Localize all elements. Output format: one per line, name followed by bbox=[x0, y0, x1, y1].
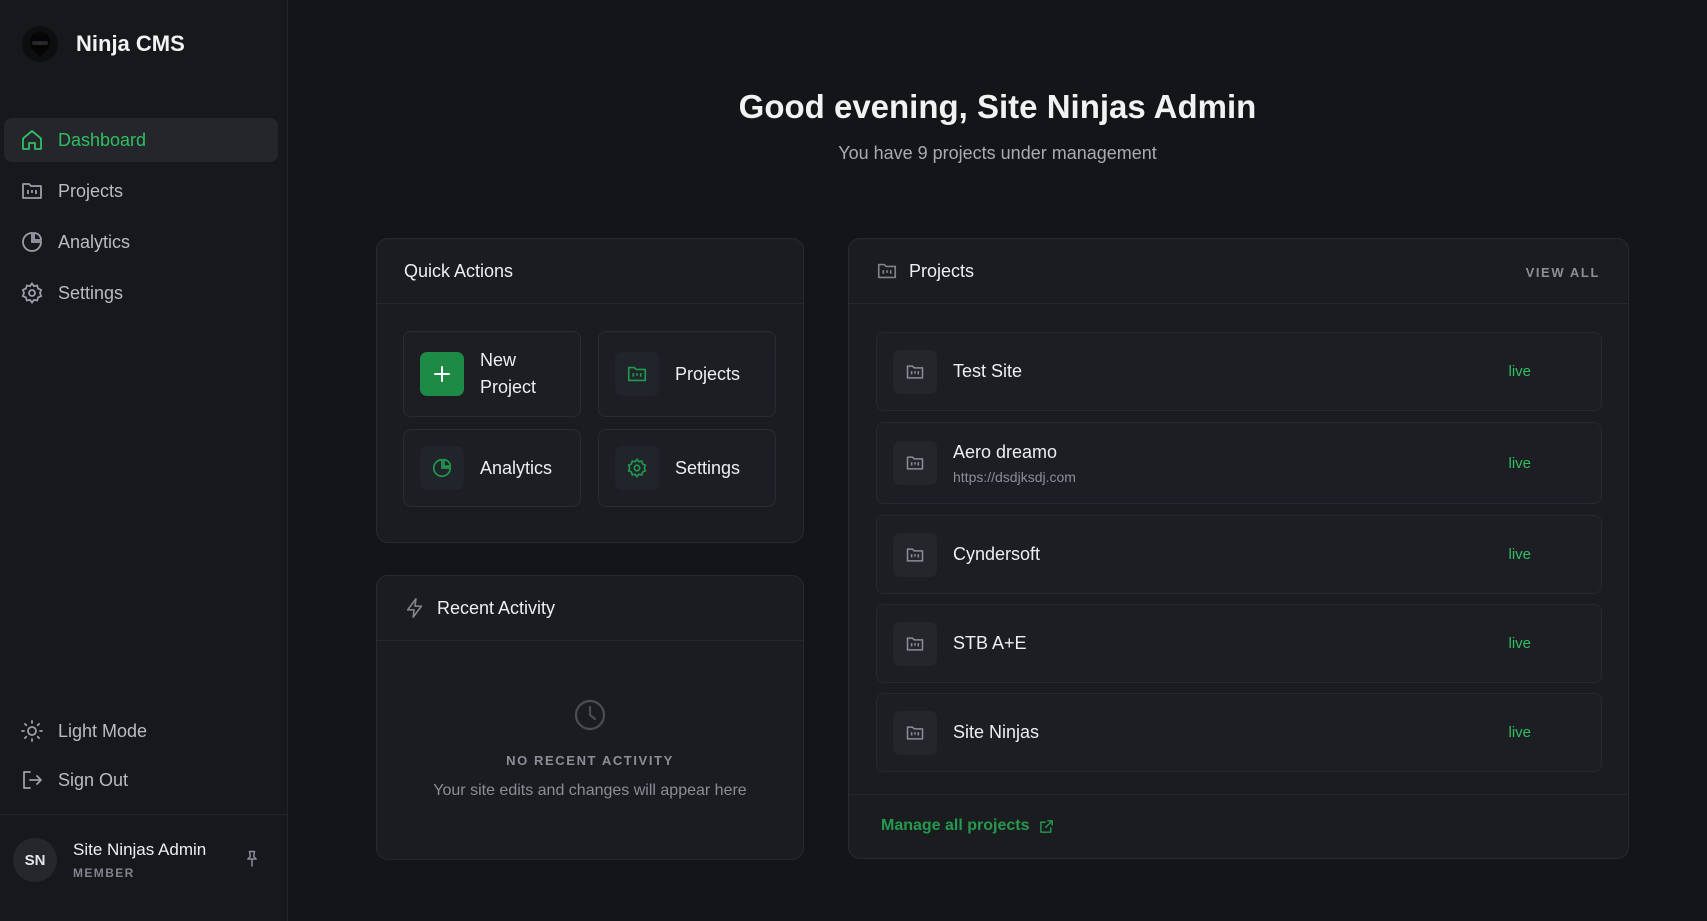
page-subtitle: You have 9 projects under management bbox=[838, 143, 1157, 163]
projects-action-button[interactable]: Projects bbox=[598, 331, 776, 417]
project-name: Aero dreamo bbox=[953, 442, 1058, 462]
analytics-action-button[interactable]: Analytics bbox=[403, 429, 581, 507]
project-row-stb-ae[interactable]: STB A+E live bbox=[876, 604, 1602, 683]
view-all-link[interactable]: VIEW ALL bbox=[1526, 265, 1600, 280]
light-mode-label: Light Mode bbox=[58, 720, 148, 741]
folder-icon bbox=[20, 179, 44, 203]
folder-icon bbox=[893, 533, 937, 577]
projects-header: Projects bbox=[849, 239, 1628, 304]
user-name: Site Ninjas Admin bbox=[73, 840, 207, 859]
empty-state-description: Your site edits and changes will appear … bbox=[433, 782, 747, 799]
folder-icon bbox=[893, 711, 937, 755]
status-badge: live bbox=[1508, 635, 1531, 652]
brand[interactable]: Ninja CMS bbox=[22, 26, 185, 62]
folder-icon bbox=[893, 622, 937, 666]
settings-action-label: Settings bbox=[675, 457, 741, 478]
empty-state-title: NO RECENT ACTIVITY bbox=[506, 753, 674, 768]
sidebar-item-label: Projects bbox=[58, 180, 124, 201]
projects-title: Projects bbox=[909, 260, 975, 281]
project-row-aero-dreamo[interactable]: Aero dreamo https://dsdjksdj.com live bbox=[876, 422, 1602, 504]
project-row-cyndersoft[interactable]: Cyndersoft live bbox=[876, 515, 1602, 594]
user-profile: SN Site Ninjas Admin MEMBER bbox=[0, 814, 288, 921]
sidebar-item-dashboard[interactable]: Dashboard bbox=[4, 118, 278, 162]
sidebar: Ninja CMS Dashboard Projects Analytics S… bbox=[0, 0, 288, 921]
project-name: STB A+E bbox=[953, 633, 1027, 653]
brand-name: Ninja CMS bbox=[76, 31, 185, 56]
new-project-label: New Project bbox=[480, 350, 537, 397]
sign-out-button[interactable]: Sign Out bbox=[4, 758, 278, 802]
sign-out-icon bbox=[20, 768, 44, 792]
gear-icon bbox=[615, 446, 659, 490]
sidebar-item-settings[interactable]: Settings bbox=[4, 271, 278, 315]
clock-icon bbox=[573, 698, 607, 732]
sidebar-nav: Dashboard Projects Analytics Settings bbox=[4, 118, 278, 322]
light-mode-toggle[interactable]: Light Mode bbox=[4, 709, 278, 753]
manage-all-projects-link[interactable]: Manage all projects bbox=[881, 817, 1055, 835]
pie-chart-icon bbox=[20, 230, 44, 254]
lightning-icon bbox=[404, 597, 426, 619]
status-badge: live bbox=[1508, 363, 1531, 380]
status-badge: live bbox=[1508, 724, 1531, 741]
status-badge: live bbox=[1508, 546, 1531, 563]
sidebar-item-label: Settings bbox=[58, 282, 124, 303]
user-role: MEMBER bbox=[73, 866, 135, 880]
folder-icon bbox=[615, 352, 659, 396]
sign-out-label: Sign Out bbox=[58, 769, 129, 790]
folder-icon bbox=[893, 350, 937, 394]
manage-all-projects-label: Manage all projects bbox=[881, 817, 1030, 834]
recent-activity-card: Recent Activity NO RECENT ACTIVITY Your … bbox=[376, 575, 804, 860]
home-icon bbox=[20, 128, 44, 152]
ninja-logo-icon bbox=[22, 26, 58, 62]
sidebar-item-projects[interactable]: Projects bbox=[4, 169, 278, 213]
folder-icon bbox=[893, 441, 937, 485]
recent-activity-header: Recent Activity bbox=[377, 576, 803, 641]
project-name: Cyndersoft bbox=[953, 544, 1041, 564]
new-project-button[interactable]: New Project bbox=[403, 331, 581, 417]
quick-actions-grid: New Project Projects Analytics Settings bbox=[377, 304, 803, 542]
projects-card: Projects VIEW ALL Test Site live Aero dr… bbox=[848, 238, 1629, 859]
project-name: Site Ninjas bbox=[953, 722, 1040, 742]
quick-actions-card: Quick Actions New Project Projects Analy… bbox=[376, 238, 804, 543]
sidebar-item-label: Analytics bbox=[58, 231, 131, 252]
analytics-action-label: Analytics bbox=[480, 457, 553, 478]
pin-icon[interactable] bbox=[242, 849, 262, 869]
project-row-site-ninjas[interactable]: Site Ninjas live bbox=[876, 693, 1602, 772]
quick-actions-title: Quick Actions bbox=[404, 260, 514, 281]
folder-icon bbox=[876, 260, 898, 282]
quick-actions-header: Quick Actions bbox=[377, 239, 803, 304]
page-title: Good evening, Site Ninjas Admin bbox=[738, 88, 1257, 125]
project-url[interactable]: https://dsdjksdj.com bbox=[953, 469, 1076, 485]
projects-footer: Manage all projects bbox=[849, 794, 1628, 858]
pie-chart-icon bbox=[420, 446, 464, 490]
recent-activity-title: Recent Activity bbox=[437, 597, 556, 618]
gear-icon bbox=[20, 281, 44, 305]
status-badge: live bbox=[1508, 455, 1531, 472]
external-link-icon bbox=[1038, 818, 1055, 835]
avatar[interactable]: SN bbox=[13, 838, 57, 882]
projects-action-label: Projects bbox=[675, 363, 741, 384]
project-name: Test Site bbox=[953, 361, 1023, 381]
recent-activity-empty-state: NO RECENT ACTIVITY Your site edits and c… bbox=[377, 641, 803, 859]
sun-icon bbox=[20, 719, 44, 743]
sidebar-item-label: Dashboard bbox=[58, 129, 147, 150]
sidebar-item-analytics[interactable]: Analytics bbox=[4, 220, 278, 264]
plus-icon bbox=[420, 352, 464, 396]
settings-action-button[interactable]: Settings bbox=[598, 429, 776, 507]
project-row-test-site[interactable]: Test Site live bbox=[876, 332, 1602, 411]
sidebar-bottom-nav: Light Mode Sign Out bbox=[4, 709, 278, 807]
